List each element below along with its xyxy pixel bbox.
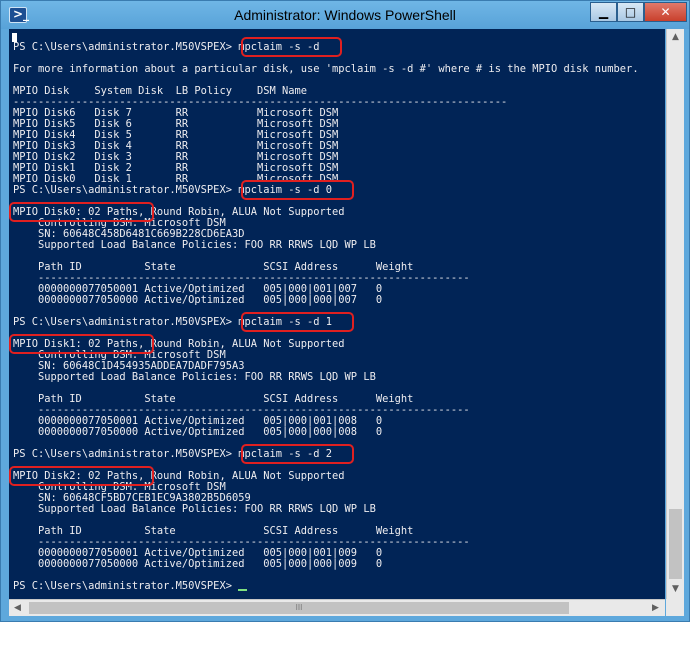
highlight-disk0-paths	[9, 202, 154, 222]
console-line: Supported Load Balance Policies: FOO RR …	[13, 371, 376, 383]
scroll-right-icon[interactable]: ▶	[647, 600, 664, 617]
highlight-command-disk1	[240, 312, 355, 332]
close-button[interactable]: ✕	[644, 2, 687, 22]
highlight-disk2-paths	[9, 466, 154, 486]
vertical-scroll-thumb[interactable]	[669, 509, 682, 579]
window-title: Administrator: Windows PowerShell	[234, 7, 456, 23]
console-output[interactable]: PS C:\Users\administrator.M50VSPEX> mpcl…	[9, 29, 665, 599]
highlight-disk1-paths	[9, 334, 154, 354]
highlight-command-mpclaim	[240, 37, 342, 57]
console-line: Supported Load Balance Policies: FOO RR …	[13, 239, 376, 251]
highlight-command-disk0	[240, 180, 355, 200]
console-line: PS C:\Users\administrator.M50VSPEX>	[13, 580, 239, 592]
minimize-button[interactable]: ▁	[590, 2, 617, 22]
highlight-command-disk2	[240, 444, 355, 464]
title-bar[interactable]: >_ Administrator: Windows PowerShell ▁ □…	[1, 1, 689, 29]
scrollbar-corner	[666, 599, 684, 616]
prompt-cursor	[238, 589, 248, 591]
console-line: For more information about a particular …	[13, 63, 639, 75]
console-line: 0000000077050000 Active/Optimized 005|00…	[13, 426, 383, 438]
vertical-scrollbar[interactable]: ▲ ▼	[666, 29, 684, 599]
console-line: Supported Load Balance Policies: FOO RR …	[13, 503, 376, 515]
maximize-button[interactable]: □	[617, 2, 644, 22]
powershell-window: >_ Administrator: Windows PowerShell ▁ □…	[0, 0, 690, 622]
horizontal-scrollbar[interactable]: ◀ III ▶	[9, 599, 665, 616]
console-line: 0000000077050000 Active/Optimized 005|00…	[13, 294, 383, 306]
console-line: 0000000077050000 Active/Optimized 005|00…	[13, 558, 383, 570]
horizontal-scroll-thumb[interactable]: III	[29, 602, 569, 614]
scroll-down-icon[interactable]: ▼	[667, 581, 684, 598]
scroll-up-icon[interactable]: ▲	[667, 29, 684, 46]
scroll-left-icon[interactable]: ◀	[9, 600, 26, 617]
